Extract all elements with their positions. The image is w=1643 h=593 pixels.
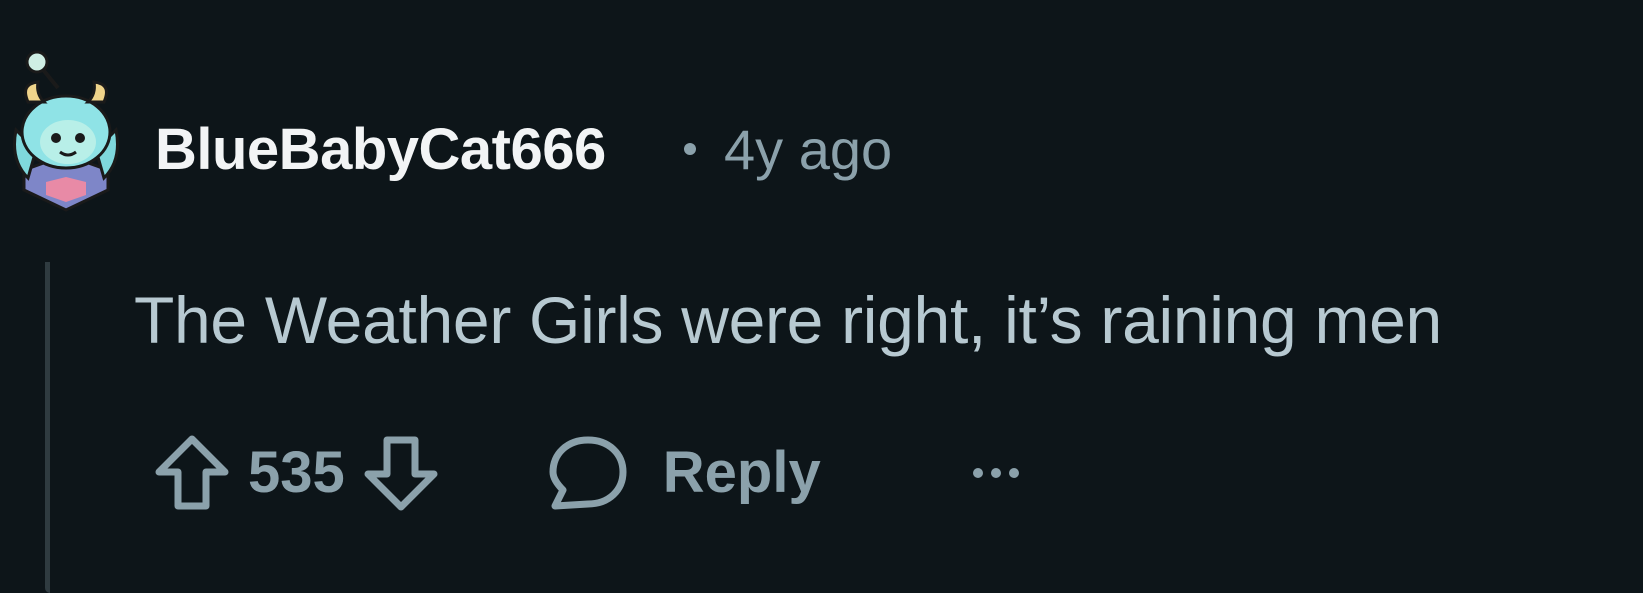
downvote-button[interactable]	[359, 431, 443, 515]
speech-bubble-icon	[549, 436, 627, 510]
upvote-button[interactable]	[150, 431, 234, 515]
snoo-avatar-icon	[13, 50, 119, 212]
separator-dot	[684, 143, 696, 155]
comment: BlueBabyCat666 4y ago The Weather Girls …	[0, 0, 1643, 593]
ellipsis-icon	[972, 468, 1019, 478]
author-username[interactable]: BlueBabyCat666	[155, 112, 606, 188]
comment-actions: 535 Reply	[150, 428, 1031, 518]
thread-line[interactable]	[45, 262, 50, 593]
comment-timestamp[interactable]: 4y ago	[724, 112, 892, 188]
reply-button[interactable]: Reply	[547, 434, 821, 512]
vote-score: 535	[248, 440, 345, 505]
more-options-button[interactable]	[961, 443, 1031, 503]
comment-body: The Weather Girls were right, it’s raini…	[134, 283, 1442, 357]
avatar[interactable]	[6, 50, 126, 220]
downvote-arrow-icon	[364, 436, 438, 511]
upvote-arrow-icon	[155, 435, 229, 510]
reply-label: Reply	[662, 440, 821, 505]
